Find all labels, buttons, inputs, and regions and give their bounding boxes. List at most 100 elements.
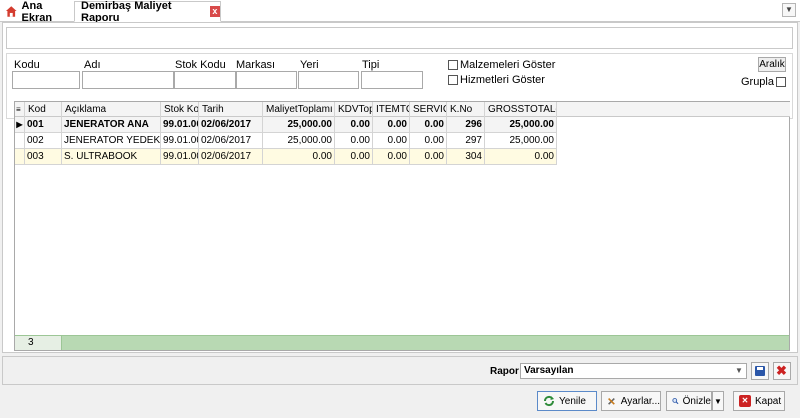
kodu-input[interactable] xyxy=(12,71,80,89)
cell-kno: 297 xyxy=(447,133,485,148)
cell-stok: 99.01.00 xyxy=(163,117,199,132)
hizmetleri-goster-checkbox[interactable]: Hizmetleri Göster xyxy=(448,74,545,86)
row-count: 3 xyxy=(15,336,62,350)
tab-list-dropdown-icon[interactable]: ▼ xyxy=(782,3,796,17)
markasi-label: Markası xyxy=(236,59,276,71)
cell-servic: 0.00 xyxy=(410,149,447,164)
close-icon: ✕ xyxy=(739,395,751,407)
col-maliyet[interactable]: MaliyetToplamı xyxy=(263,102,335,117)
cell-gross: 0.00 xyxy=(485,149,557,164)
kodu-label: Kodu xyxy=(14,59,40,71)
tab-ana-ekran[interactable]: Ana Ekran xyxy=(2,0,74,24)
table-row[interactable]: 003 S. ULTRABOOK 99.01.00 02/06/2017 0.0… xyxy=(15,149,557,165)
yeri-input[interactable] xyxy=(298,71,359,89)
save-rapor-button[interactable] xyxy=(751,362,769,380)
cell-tarih: 02/06/2017 xyxy=(199,117,263,132)
stok-kodu-input[interactable] xyxy=(174,71,236,89)
close-tab-icon[interactable]: x xyxy=(209,6,220,17)
markasi-input[interactable] xyxy=(236,71,297,89)
column-chooser-icon[interactable]: ≡ xyxy=(15,102,25,117)
top-strip xyxy=(6,27,793,49)
col-tarih[interactable]: Tarih xyxy=(199,102,263,117)
cell-tarih: 02/06/2017 xyxy=(199,149,263,164)
grupla-label: Grupla xyxy=(740,76,774,88)
grid-header: ≡ Kod Açıklama Stok Kod Tarih MaliyetTop… xyxy=(15,102,790,117)
col-grosstotal[interactable]: GROSSTOTAL- xyxy=(485,102,557,117)
tab-home-label: Ana Ekran xyxy=(21,0,53,24)
cell-maliyet: 25,000.00 xyxy=(263,117,335,132)
tools-icon xyxy=(608,397,615,405)
tipi-label: Tipi xyxy=(362,59,380,71)
rapor-select[interactable]: Varsayılan ▼ xyxy=(520,363,747,379)
chevron-down-icon: ▼ xyxy=(714,396,722,406)
ayarlar-label: Ayarlar... xyxy=(620,395,660,407)
tipi-input[interactable] xyxy=(361,71,423,89)
row-indicator xyxy=(15,133,25,148)
kapat-button[interactable]: ✕ Kapat xyxy=(733,391,785,411)
rapor-value: Varsayılan xyxy=(524,365,574,376)
onizle-button[interactable]: Önizle xyxy=(666,391,712,411)
malzemeleri-goster-checkbox[interactable]: Malzemeleri Göster xyxy=(448,59,555,71)
rapor-bar: Rapor Varsayılan ▼ ✖ xyxy=(2,356,798,385)
main-panel: Kodu Adı Stok Kodu Markası Yeri Tipi Mal… xyxy=(2,22,798,353)
table-row[interactable]: 002 JENERATOR YEDEK 99.01.00 02/06/2017 … xyxy=(15,133,557,149)
tab-demirbas-maliyet[interactable]: Demirbaş Maliyet Raporu x xyxy=(74,0,221,24)
col-itemto[interactable]: ITEMTO xyxy=(373,102,410,117)
hizmetleri-goster-label: Hizmetleri Göster xyxy=(460,74,545,86)
cell-item: 0.00 xyxy=(373,117,410,132)
delete-rapor-button[interactable]: ✖ xyxy=(773,362,791,380)
aralik-button[interactable]: Aralık xyxy=(758,57,786,72)
cell-kod: 001 xyxy=(25,117,62,132)
cell-item: 0.00 xyxy=(373,133,410,148)
col-kno[interactable]: K.No xyxy=(447,102,485,117)
cell-servic: 0.00 xyxy=(410,117,447,132)
row-indicator xyxy=(15,149,25,164)
rapor-label: Rapor xyxy=(490,366,519,377)
cell-kno: 296 xyxy=(447,117,485,132)
chevron-down-icon: ▼ xyxy=(735,366,743,375)
row-indicator-icon: ▶ xyxy=(15,117,25,132)
col-servic[interactable]: SERVIC xyxy=(410,102,447,117)
cell-aciklama: JENERATOR YEDEK xyxy=(64,133,161,148)
col-aciklama[interactable]: Açıklama xyxy=(62,102,161,117)
yenile-label: Yenile xyxy=(559,395,586,407)
adi-input[interactable] xyxy=(82,71,174,89)
cell-gross: 25,000.00 xyxy=(485,133,557,148)
save-icon xyxy=(755,366,765,376)
cell-tarih: 02/06/2017 xyxy=(199,133,263,148)
delete-icon: ✖ xyxy=(776,363,787,378)
cell-maliyet: 0.00 xyxy=(263,149,335,164)
stok-kodu-label: Stok Kodu xyxy=(175,59,226,71)
onizle-dropdown-button[interactable]: ▼ xyxy=(712,391,724,411)
cell-kdv: 0.00 xyxy=(335,117,373,132)
cell-item: 0.00 xyxy=(373,149,410,164)
cell-kod: 002 xyxy=(25,133,62,148)
home-icon xyxy=(5,6,17,17)
yeri-label: Yeri xyxy=(300,59,319,71)
checkbox-box xyxy=(448,75,458,85)
grupla-checkbox[interactable]: Grupla xyxy=(741,76,786,88)
cell-kdv: 0.00 xyxy=(335,133,373,148)
cell-kno: 304 xyxy=(447,149,485,164)
checkbox-box xyxy=(776,77,786,87)
table-row[interactable]: ▶ 001 JENERATOR ANA 99.01.00 02/06/2017 … xyxy=(15,117,557,133)
col-kdv[interactable]: KDVTop xyxy=(335,102,373,117)
action-bar: Yenile Ayarlar... Önizle ▼ ✕ Kapat xyxy=(0,388,800,418)
cell-stok: 99.01.00 xyxy=(163,133,199,148)
ayarlar-button[interactable]: Ayarlar... xyxy=(601,391,661,411)
preview-icon xyxy=(672,398,679,405)
cell-kod: 003 xyxy=(25,149,62,164)
cell-aciklama: S. ULTRABOOK xyxy=(62,149,161,164)
yenile-button[interactable]: Yenile xyxy=(537,391,597,411)
col-stok-kod[interactable]: Stok Kod xyxy=(161,102,199,117)
cell-maliyet: 25,000.00 xyxy=(263,133,335,148)
refresh-icon xyxy=(543,395,555,407)
cell-stok: 99.01.00 xyxy=(163,149,199,164)
adi-label: Adı xyxy=(84,59,101,71)
kapat-label: Kapat xyxy=(755,395,782,407)
malzemeleri-goster-label: Malzemeleri Göster xyxy=(460,59,556,71)
checkbox-box xyxy=(448,60,458,70)
data-grid: ≡ Kod Açıklama Stok Kod Tarih MaliyetTop… xyxy=(14,101,790,351)
col-kod[interactable]: Kod xyxy=(25,102,62,117)
onizle-label: Önizle xyxy=(682,395,711,407)
